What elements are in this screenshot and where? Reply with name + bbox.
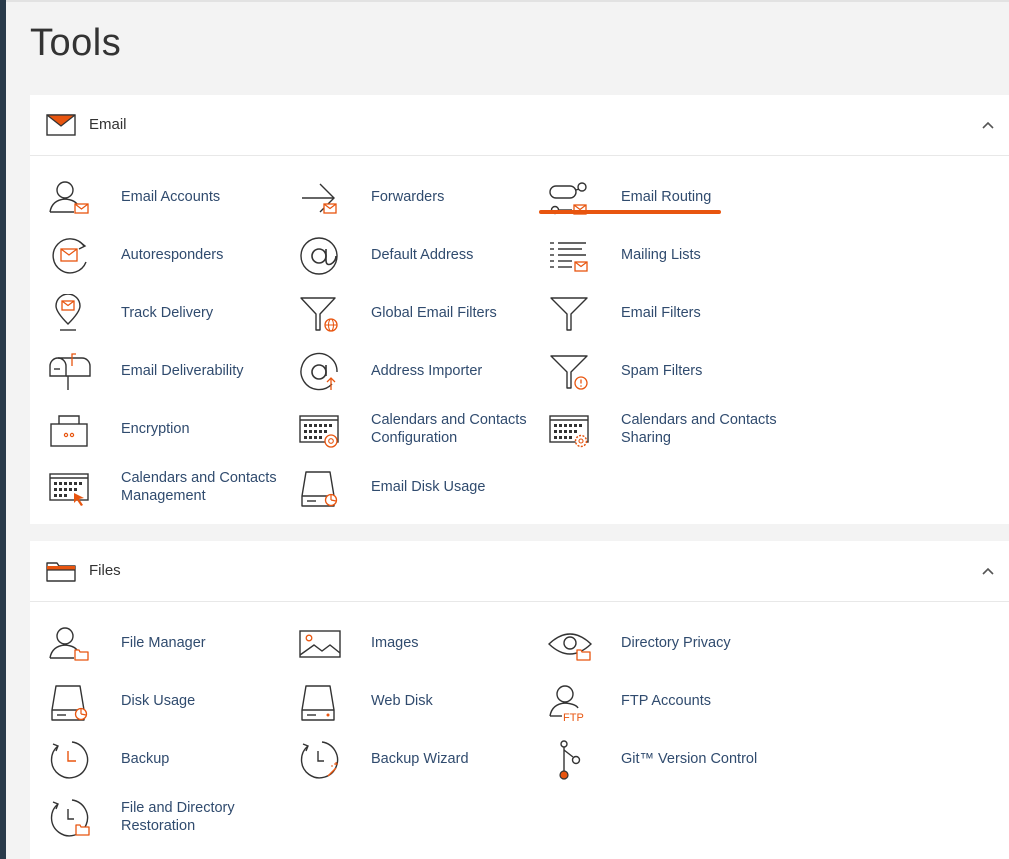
tool-forwarders[interactable]: Forwarders (298, 168, 528, 226)
highlight-underline (539, 210, 721, 214)
git-branch-icon (548, 740, 592, 780)
tool-label: Web Disk (371, 693, 433, 709)
tool-label: Images (371, 635, 419, 651)
files-panel-header[interactable]: Files (30, 541, 1009, 602)
list-mail-icon (548, 236, 592, 276)
funnel-globe-icon (298, 294, 342, 334)
email-panel-title: Email (89, 116, 127, 133)
tool-label: Disk Usage (121, 693, 196, 709)
tool-label: Calendars and Contacts Sharing (621, 412, 777, 446)
ftp-badge: FTP (563, 712, 584, 722)
tool-autoresponders[interactable]: Autoresponders (48, 226, 278, 284)
tool-label: FTP Accounts (621, 693, 711, 709)
tool-mailing-lists[interactable]: Mailing Lists (548, 226, 778, 284)
tool-label: Encryption (121, 421, 190, 437)
clock-wand-icon (298, 740, 342, 780)
calendar-cursor-icon (48, 468, 92, 508)
tool-label: Default Address (371, 247, 474, 263)
at-import-icon (298, 352, 342, 392)
at-sign-icon (298, 236, 342, 276)
tool-label: Calendars and Contacts Management (121, 470, 277, 504)
email-panel-header[interactable]: Email (30, 95, 1009, 156)
tool-default-address[interactable]: Default Address (298, 226, 528, 284)
tool-backup[interactable]: Backup (48, 730, 278, 788)
tool-spam-filters[interactable]: Spam Filters (548, 342, 778, 400)
disk-icon (298, 682, 342, 722)
autoresponder-icon (48, 236, 92, 276)
tool-calendars-contacts-configuration[interactable]: Calendars and Contacts Configuration (298, 400, 528, 458)
tool-label: Backup (121, 751, 170, 767)
calendar-at-icon (298, 410, 342, 450)
tool-label: Calendars and Contacts Configuration (371, 412, 527, 446)
tool-git-version-control[interactable]: Git™ Version Control (548, 730, 778, 788)
tool-label: Track Delivery (121, 305, 214, 321)
files-panel-title: Files (89, 562, 121, 579)
disk-pie-icon (48, 682, 92, 722)
tool-address-importer[interactable]: Address Importer (298, 342, 528, 400)
image-icon (298, 624, 342, 664)
tool-email-accounts[interactable]: Email Accounts (48, 168, 278, 226)
tool-ftp-accounts[interactable]: FTP FTP Accounts (548, 672, 778, 730)
tool-label: Email Filters (621, 305, 701, 321)
top-divider (6, 0, 1009, 2)
sidebar-edge (0, 0, 6, 859)
tool-images[interactable]: Images (298, 614, 528, 672)
funnel-warning-icon (548, 352, 592, 392)
tool-label: Forwarders (371, 189, 445, 205)
location-pin-mail-icon (48, 294, 92, 334)
clock-restore-icon (48, 740, 92, 780)
tool-label: Backup Wizard (371, 751, 469, 767)
tool-label: Email Disk Usage (371, 479, 486, 495)
tool-email-routing[interactable]: Email Routing (548, 168, 778, 226)
tool-file-manager[interactable]: File Manager (48, 614, 278, 672)
tool-label: Mailing Lists (621, 247, 701, 263)
lock-icon (48, 410, 92, 450)
folder-icon (46, 562, 76, 582)
tool-email-disk-usage[interactable]: Email Disk Usage (298, 458, 528, 516)
forward-arrow-icon (298, 178, 342, 218)
mailbox-icon (48, 352, 92, 392)
tool-label: Email Routing (621, 189, 712, 205)
funnel-icon (548, 294, 592, 334)
tool-label: Git™ Version Control (621, 751, 758, 767)
tool-disk-usage[interactable]: Disk Usage (48, 672, 278, 730)
calendar-gear-icon (548, 410, 592, 450)
tool-label: File and Directory Restoration (121, 800, 235, 834)
tool-web-disk[interactable]: Web Disk (298, 672, 528, 730)
user-mail-icon (48, 178, 92, 218)
tool-label: Directory Privacy (621, 635, 731, 651)
tool-email-deliverability[interactable]: Email Deliverability (48, 342, 278, 400)
eye-folder-icon (548, 624, 592, 664)
tool-label: Autoresponders (121, 247, 224, 263)
user-ftp-icon: FTP (548, 682, 592, 722)
email-panel: Email Email Accounts Forwarders Email Ro… (30, 95, 1009, 524)
disk-pie-icon (298, 468, 342, 508)
tool-encryption[interactable]: Encryption (48, 400, 278, 458)
chevron-up-icon[interactable] (981, 118, 995, 132)
tool-label: Global Email Filters (371, 305, 497, 321)
page-title: Tools (30, 22, 122, 64)
tool-label: Spam Filters (621, 363, 703, 379)
chevron-up-icon[interactable] (981, 564, 995, 578)
tool-backup-wizard[interactable]: Backup Wizard (298, 730, 528, 788)
tool-file-directory-restoration[interactable]: File and Directory Restoration (48, 788, 278, 846)
files-panel: Files File Manager Images Directory Priv… (30, 541, 1009, 859)
tool-track-delivery[interactable]: Track Delivery (48, 284, 278, 342)
envelope-icon (46, 114, 76, 136)
tool-label: Email Accounts (121, 189, 221, 205)
tool-directory-privacy[interactable]: Directory Privacy (548, 614, 778, 672)
tool-calendars-contacts-management[interactable]: Calendars and Contacts Management (48, 458, 278, 516)
tool-global-email-filters[interactable]: Global Email Filters (298, 284, 528, 342)
user-folder-icon (48, 624, 92, 664)
tool-label: File Manager (121, 635, 206, 651)
tool-email-filters[interactable]: Email Filters (548, 284, 778, 342)
clock-folder-icon (48, 798, 92, 838)
tool-label: Email Deliverability (121, 363, 244, 379)
tool-label: Address Importer (371, 363, 483, 379)
tool-calendars-contacts-sharing[interactable]: Calendars and Contacts Sharing (548, 400, 778, 458)
